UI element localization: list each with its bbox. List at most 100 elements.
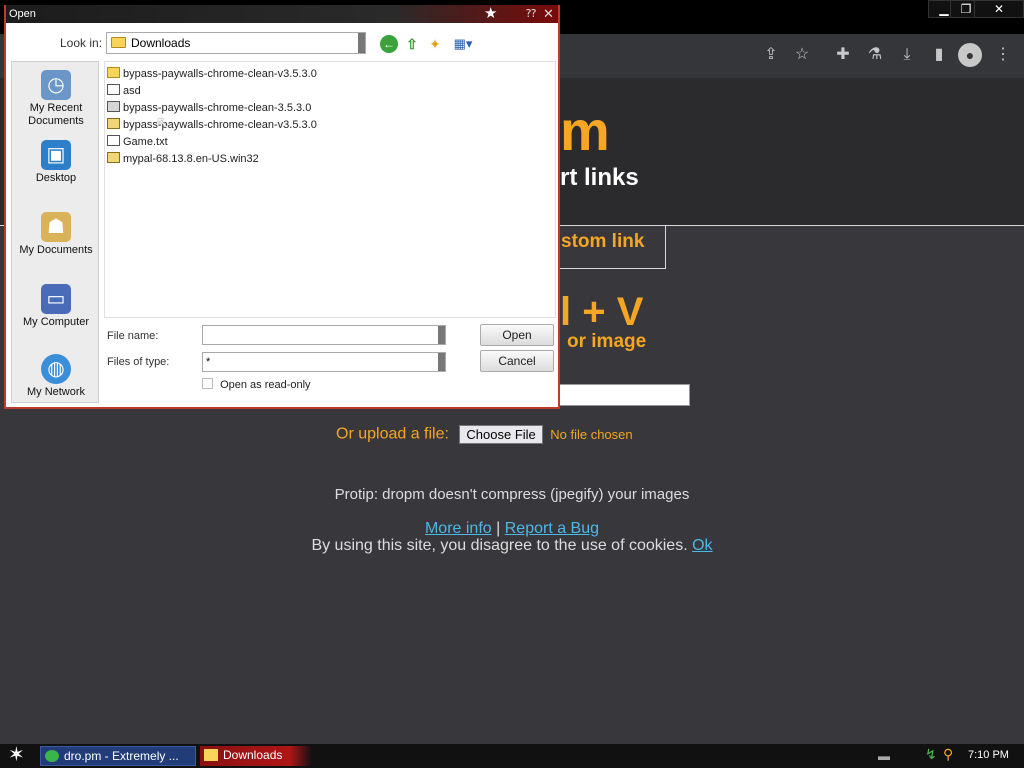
tray-network-icon[interactable]: ↯: [925, 746, 937, 763]
list-item[interactable]: bypass-paywalls-chrome-clean-v3.5.3.0: [107, 117, 555, 134]
upload-label: Or upload a file:: [336, 425, 449, 443]
taskbar: ✶ dro.pm - Extremely ... Downloads ▬ ↯ ⚲…: [0, 744, 1024, 768]
cancel-button[interactable]: Cancel: [480, 350, 554, 372]
file-name: bypass-paywalls-chrome-clean-v3.5.3.0: [123, 119, 317, 131]
share-icon[interactable]: ⇪: [760, 44, 782, 66]
dropdown-arrow-icon[interactable]: [438, 326, 445, 344]
place-my-computer[interactable]: ▭ My Computer: [12, 284, 100, 329]
star-icon[interactable]: ☆: [791, 44, 813, 66]
close-button[interactable]: ✕: [974, 0, 1024, 18]
folder-icon: [107, 67, 120, 78]
folder-icon: [111, 37, 126, 48]
zip-file-icon: [107, 118, 120, 129]
place-desktop[interactable]: ▣ Desktop: [12, 140, 100, 185]
taskbar-item-browser[interactable]: dro.pm - Extremely ...: [40, 746, 196, 766]
file-name: Game.txt: [123, 136, 168, 148]
folder-icon: [204, 749, 218, 761]
files-of-type-select[interactable]: *: [202, 352, 446, 372]
keyboard-icon[interactable]: ▬: [878, 749, 890, 763]
place-my-network[interactable]: ◍ My Network: [12, 354, 100, 399]
read-only-label: Open as read-only: [220, 379, 311, 391]
my-computer-icon: ▭: [41, 284, 71, 314]
taskbar-clock: 7:10 PM: [968, 749, 1009, 761]
task-label: dro.pm - Extremely ...: [64, 749, 179, 763]
application-file-icon: [107, 101, 120, 112]
list-item[interactable]: bypass-paywalls-chrome-clean-3.5.3.0: [107, 100, 555, 117]
cookies-ok-link[interactable]: Ok: [692, 537, 712, 554]
close-icon[interactable]: ✕: [543, 5, 554, 23]
task-label: Downloads: [223, 748, 283, 762]
my-network-icon: ◍: [41, 354, 71, 384]
flask-icon[interactable]: ⚗: [864, 44, 886, 66]
text-file-icon: [107, 84, 120, 95]
file-list: bypass-paywalls-chrome-clean-v3.5.3.0 as…: [104, 61, 556, 318]
file-name-label: File name:: [107, 330, 159, 342]
list-item[interactable]: bypass-paywalls-chrome-clean-v3.5.3.0: [107, 66, 555, 83]
start-button[interactable]: ✶: [8, 744, 25, 766]
browser-icon: [45, 750, 59, 762]
read-only-row[interactable]: Open as read-only: [202, 378, 311, 391]
recent-documents-icon: ◷: [41, 70, 71, 100]
no-file-text: No file chosen: [550, 426, 633, 442]
read-only-checkbox[interactable]: [202, 378, 213, 389]
taskbar-item-downloads[interactable]: Downloads: [200, 746, 312, 766]
views-menu-icon[interactable]: ▦▾: [450, 35, 476, 53]
tray-search-icon[interactable]: ⚲: [943, 746, 953, 763]
list-item[interactable]: asd: [107, 83, 555, 100]
desktop-icon: ▣: [41, 140, 71, 170]
files-of-type-value: *: [206, 356, 211, 368]
look-in-label: Look in:: [60, 36, 103, 50]
place-my-recent-documents[interactable]: ◷ My Recent Documents: [12, 70, 100, 128]
list-item[interactable]: Game.txt: [107, 134, 555, 151]
file-name-input[interactable]: [202, 325, 446, 345]
footer-links: More info | Report a Bug: [0, 520, 1024, 538]
look-in-select[interactable]: Downloads: [106, 32, 366, 54]
new-folder-icon[interactable]: ✦: [426, 35, 444, 53]
files-of-type-label: Files of type:: [107, 356, 170, 368]
extensions-icon[interactable]: ✚: [832, 44, 854, 66]
file-name: bypass-paywalls-chrome-clean-3.5.3.0: [123, 102, 312, 114]
link-separator: |: [496, 520, 501, 537]
back-icon[interactable]: ←: [380, 35, 398, 53]
file-name: asd: [123, 85, 141, 97]
file-name: bypass-paywalls-chrome-clean-v3.5.3.0: [123, 68, 317, 80]
download-icon[interactable]: ⤓: [896, 44, 918, 66]
report-bug-link[interactable]: Report a Bug: [505, 520, 599, 537]
place-label: Desktop: [35, 172, 77, 184]
place-label: My Documents: [19, 244, 93, 256]
menu-icon[interactable]: ⋮: [992, 44, 1014, 66]
choose-file-button[interactable]: Choose File: [459, 425, 543, 444]
site-tagline: rt links: [560, 164, 639, 191]
dropdown-arrow-icon[interactable]: [358, 33, 365, 53]
browser-toolbar: ⇪ ☆ ✚ ⚗ ⤓ ▮ ● ⋮: [560, 34, 1024, 78]
my-documents-icon: ☗: [41, 212, 71, 242]
protip-text: Protip: dropm doesn't compress (jpegify)…: [334, 486, 690, 503]
dialog-title: Open: [9, 8, 36, 20]
more-info-link[interactable]: More info: [425, 520, 492, 537]
paste-hint: l + V: [560, 290, 644, 334]
site-logo: m: [560, 99, 610, 162]
upload-row: Or upload a file: Choose File No file ch…: [336, 425, 633, 444]
cookies-text: By using this site, you disagree to the …: [311, 537, 688, 554]
place-my-documents[interactable]: ☗ My Documents: [12, 212, 100, 257]
place-label: My Recent Documents: [28, 102, 84, 127]
up-folder-icon[interactable]: ⇧: [403, 35, 421, 53]
paste-subtitle: or image: [567, 331, 647, 352]
open-file-dialog: Open ★ ⁇ ✕ Look in: Downloads ← ⇧ ✦ ▦▾ ◷…: [4, 5, 560, 409]
place-label: My Network: [26, 386, 86, 398]
profile-icon[interactable]: ●: [958, 43, 982, 67]
mouse-cursor-icon: ↖: [156, 115, 170, 132]
text-file-icon: [107, 135, 120, 146]
look-in-value: Downloads: [131, 36, 191, 50]
place-label: My Computer: [22, 316, 90, 328]
sidepanel-icon[interactable]: ▮: [928, 44, 950, 66]
dropdown-arrow-icon[interactable]: [438, 353, 445, 371]
file-name: mypal-68.13.8.en-US.win32: [123, 153, 259, 165]
places-bar: ◷ My Recent Documents ▣ Desktop ☗ My Doc…: [11, 61, 99, 403]
open-button[interactable]: Open: [480, 324, 554, 346]
zip-file-icon: [107, 152, 120, 163]
list-item[interactable]: mypal-68.13.8.en-US.win32: [107, 151, 555, 168]
paste-input[interactable]: [558, 384, 690, 406]
help-icon[interactable]: ⁇: [526, 5, 536, 23]
cookies-notice: By using this site, you disagree to the …: [0, 537, 1024, 555]
